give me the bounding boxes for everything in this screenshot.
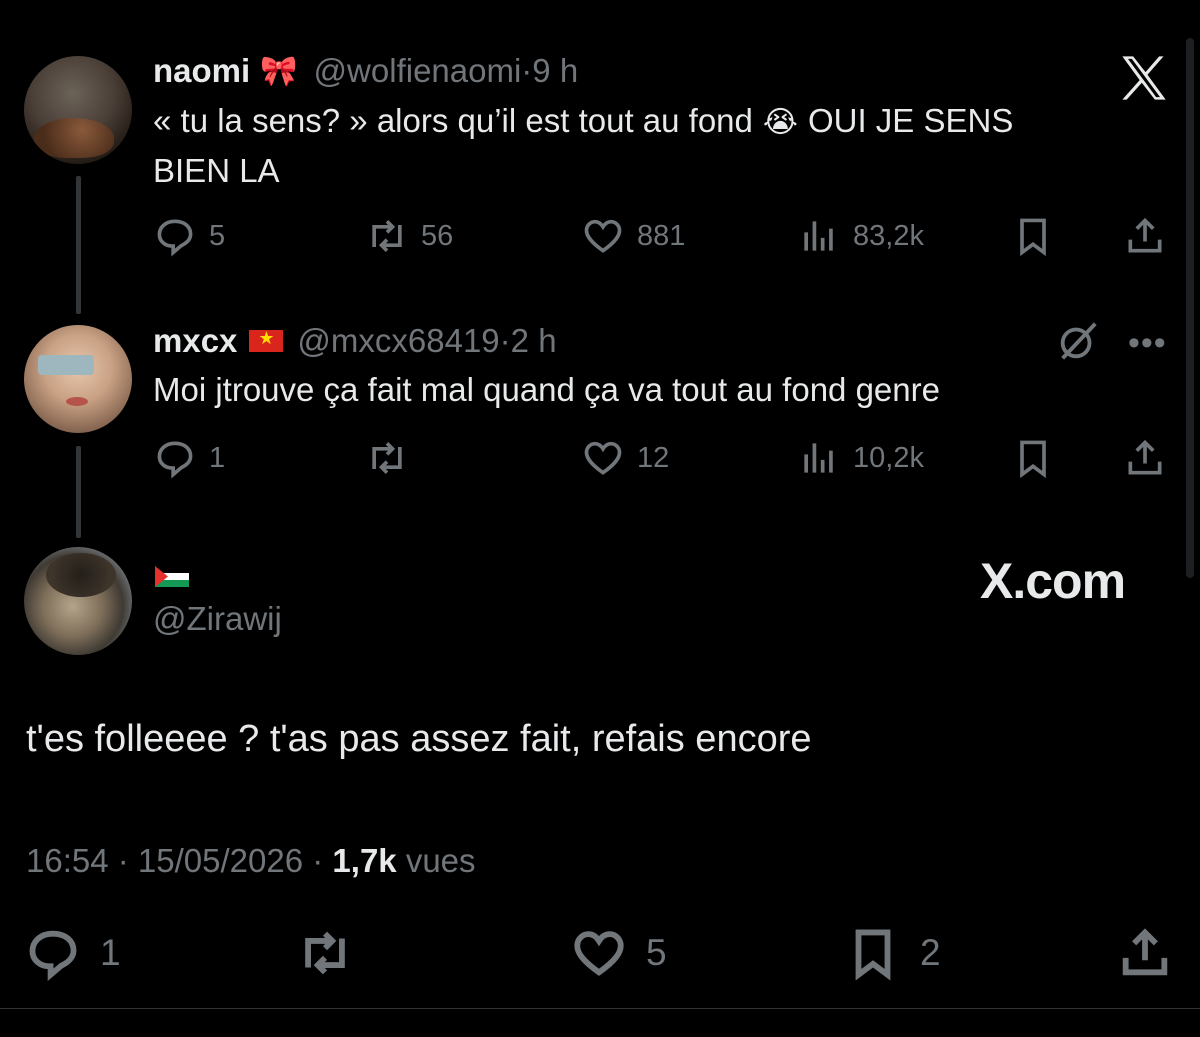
like-count: 5: [646, 932, 667, 973]
separator: ·: [499, 322, 511, 359]
vietnam-flag-icon: [249, 328, 284, 352]
user-handle[interactable]: @mxcx68419: [297, 322, 499, 360]
tweet-text: « tu la sens? » alors qu’il est tout au …: [153, 97, 1013, 195]
tweet-text: Moi jtrouve ça fait mal quand ça va tout…: [153, 371, 940, 408]
retweet-button[interactable]: 56: [365, 214, 453, 258]
tweet-text-part: OUI JE SENS: [807, 102, 1014, 139]
reply-count: 1: [209, 441, 226, 474]
tweet-text-part: « tu la sens? » alors qu’il est tout au …: [153, 102, 753, 139]
reply-button[interactable]: 1: [24, 924, 121, 982]
views-count: 83,2k: [853, 219, 924, 252]
view-count: 1,7k: [332, 842, 397, 879]
separator: ·: [521, 52, 533, 89]
retweet-icon: [372, 442, 402, 474]
timestamp[interactable]: 9 h: [532, 52, 578, 90]
heart-icon: [574, 931, 624, 976]
reply-button[interactable]: 1: [153, 436, 225, 480]
like-button[interactable]: 881: [581, 214, 685, 258]
reply-icon: [157, 219, 193, 257]
bow-emoji: 🎀: [260, 54, 298, 88]
tweet-header: mxcx @mxcx68419 · 2 h: [153, 322, 557, 360]
share-button[interactable]: [1123, 214, 1167, 258]
share-button[interactable]: [1123, 436, 1167, 480]
avatar[interactable]: [24, 56, 132, 164]
bookmark-icon: [1020, 440, 1046, 479]
xcom-watermark: X.com: [980, 553, 1126, 609]
timestamp[interactable]: 2 h: [511, 322, 557, 360]
tweet-header: naomi 🎀 @wolfienaomi · 9 h: [153, 52, 578, 90]
retweet-count: 56: [421, 219, 454, 252]
reply-icon: [157, 441, 193, 479]
separator: ·: [303, 842, 333, 879]
like-button[interactable]: 5: [570, 924, 667, 982]
bookmark-icon: [1020, 218, 1046, 257]
bookmark-button[interactable]: [1011, 214, 1055, 258]
tweet-text-line: BIEN LA: [153, 152, 280, 189]
analytics-icon: [804, 443, 833, 473]
tweet-actions: 1 12 10,2k: [153, 436, 1168, 480]
views-count: 10,2k: [853, 441, 924, 474]
user-handle[interactable]: @Zirawij: [153, 600, 282, 638]
reply-count: 5: [209, 219, 226, 252]
scrollbar[interactable]: [1186, 38, 1194, 578]
heart-icon: [584, 219, 622, 253]
crying-emoji: 😭: [762, 106, 798, 139]
more-options-icon[interactable]: •••: [1128, 324, 1167, 363]
bookmark-icon: [855, 929, 891, 981]
main-tweet-actions: 1 5 2: [24, 924, 1174, 984]
like-count: 881: [637, 219, 686, 252]
tweet-date[interactable]: 15/05/2026: [138, 842, 303, 879]
reply-count: 1: [100, 932, 121, 973]
thread-connector: [76, 176, 81, 314]
thread-connector: [76, 446, 81, 538]
tweet-time[interactable]: 16:54: [26, 842, 109, 879]
bookmark-button[interactable]: [1011, 436, 1055, 480]
display-name[interactable]: mxcx: [153, 322, 237, 360]
retweet-icon: [305, 931, 345, 975]
main-tweet-text: t'es folleeee ? t'as pas assez fait, ref…: [26, 718, 812, 760]
heart-icon: [584, 441, 622, 475]
separator: ·: [108, 842, 138, 879]
analytics-icon: [804, 221, 833, 251]
views-label: vues: [396, 842, 476, 879]
bookmark-count: 2: [920, 932, 941, 973]
reply-button[interactable]: 5: [153, 214, 225, 258]
reply-icon: [29, 930, 77, 981]
share-icon: [1122, 928, 1168, 976]
retweet-button[interactable]: [365, 436, 421, 480]
share-icon: [1128, 439, 1162, 475]
palestine-flag-icon: [155, 566, 189, 587]
views-button[interactable]: 83,2k: [797, 214, 924, 258]
like-button[interactable]: 12: [581, 436, 669, 480]
avatar[interactable]: [24, 325, 132, 433]
tweet-meta: 16:54 · 15/05/2026 · 1,7k vues: [26, 842, 476, 880]
divider: [0, 1008, 1200, 1009]
avatar[interactable]: [24, 547, 132, 655]
x-logo-icon[interactable]: [1118, 52, 1170, 104]
retweet-icon: [372, 220, 402, 252]
grok-icon[interactable]: [1055, 318, 1101, 364]
retweet-button[interactable]: [296, 924, 372, 982]
bookmark-button[interactable]: 2: [844, 924, 941, 982]
like-count: 12: [637, 441, 670, 474]
views-button[interactable]: 10,2k: [797, 436, 924, 480]
tweet-actions: 5 56 881 83,2k: [153, 214, 1168, 258]
share-button[interactable]: [1116, 924, 1174, 982]
display-name[interactable]: naomi: [153, 52, 250, 90]
share-icon: [1128, 217, 1162, 253]
user-handle[interactable]: @wolfienaomi: [314, 52, 522, 90]
